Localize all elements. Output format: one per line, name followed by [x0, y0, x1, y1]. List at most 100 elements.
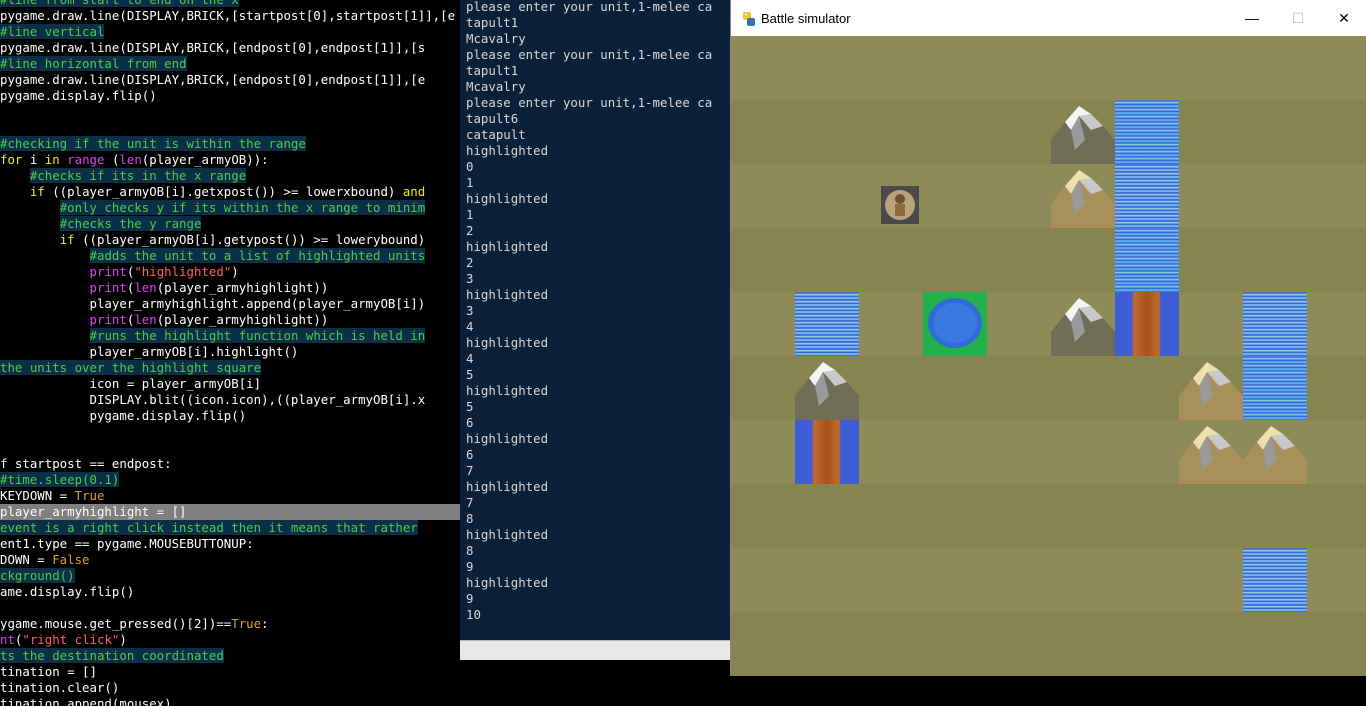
- code-line[interactable]: #checks the y range: [0, 216, 202, 232]
- code-line[interactable]: if ((player_armyOB[i].getxpost()) >= low…: [0, 184, 425, 200]
- water-tile[interactable]: [1115, 228, 1179, 292]
- code-line[interactable]: KEYDOWN = True: [0, 488, 104, 504]
- code-line[interactable]: if ((player_armyOB[i].getypost()) >= low…: [0, 232, 426, 248]
- code-line[interactable]: event is a right click instead then it m…: [0, 520, 418, 536]
- console-line: highlighted: [466, 287, 549, 302]
- window-title: Battle simulator: [761, 11, 851, 26]
- water-tile[interactable]: [1243, 548, 1307, 612]
- code-line[interactable]: #checks if its in the x range: [0, 168, 247, 184]
- code-line[interactable]: print(len(player_armyhighlight)): [0, 280, 329, 296]
- code-token: pygame.display.flip(): [0, 408, 247, 423]
- console-line: tapult1: [466, 15, 519, 30]
- console-line: highlighted: [466, 431, 549, 446]
- code-line[interactable]: for i in range (len(player_armyOB)):: [0, 152, 269, 168]
- console-line: 6: [466, 415, 474, 430]
- code-token: pygame.draw.line(DISPLAY,BRICK,[startpos…: [0, 8, 456, 23]
- code-line[interactable]: ts the destination coordinated: [0, 648, 224, 664]
- console-line: Mcavalry: [466, 31, 526, 46]
- game-canvas[interactable]: [731, 36, 1366, 676]
- terrain-row: [731, 36, 1366, 100]
- minimize-button[interactable]: —: [1229, 0, 1275, 36]
- code-line[interactable]: nt("right click"): [0, 632, 127, 648]
- code-token: player_armyhighlight = []: [0, 504, 187, 519]
- code-editor[interactable]: #line from start to end on the xpygame.d…: [0, 0, 462, 706]
- water-tile[interactable]: [1243, 292, 1307, 356]
- mountain-tile[interactable]: [795, 356, 859, 420]
- code-line[interactable]: pygame.display.flip(): [0, 408, 247, 424]
- code-token: :: [261, 616, 269, 631]
- code-token: DISPLAY.blit((icon.icon),((player_armyOB…: [0, 392, 426, 407]
- bridge-tile[interactable]: [795, 420, 859, 484]
- code-line[interactable]: ent1.type == pygame.MOUSEBUTTONUP:: [0, 536, 254, 552]
- code-line[interactable]: #adds the unit to a list of highlighted …: [0, 248, 426, 264]
- code-line[interactable]: #checking if the unit is within the rang…: [0, 136, 306, 152]
- console-line: 0: [466, 159, 474, 174]
- code-token: player_armyhighlight.append(player_armyO…: [0, 296, 426, 311]
- console-output[interactable]: please enter your unit,1-melee ca tapult1…: [460, 0, 732, 640]
- maximize-button[interactable]: ☐: [1275, 0, 1321, 36]
- code-line[interactable]: ame.display.flip(): [0, 584, 134, 600]
- code-line[interactable]: the units over the highlight square: [0, 360, 262, 376]
- code-line[interactable]: #only checks y if its within the x range…: [0, 200, 426, 216]
- code-token: print: [89, 280, 127, 295]
- water-tile[interactable]: [1243, 356, 1307, 420]
- mountain-tile[interactable]: [1051, 100, 1115, 164]
- code-line[interactable]: ckground(): [0, 568, 75, 584]
- code-line[interactable]: #line horizontal from end: [0, 56, 187, 72]
- code-token: #line vertical: [0, 24, 105, 39]
- code-line[interactable]: tination.append(mousex): [0, 696, 172, 706]
- code-token: ame.display.flip(): [0, 584, 135, 599]
- game-window[interactable]: Battle simulator — ☐ ✕: [730, 0, 1366, 676]
- code-token: (player_armyhighlight)): [156, 312, 329, 327]
- code-line[interactable]: #runs the highlight function which is he…: [0, 328, 426, 344]
- hill-tile[interactable]: [1051, 164, 1115, 228]
- code-token: len: [134, 280, 157, 295]
- close-button[interactable]: ✕: [1321, 0, 1366, 36]
- code-line[interactable]: DISPLAY.blit((icon.icon),((player_armyOB…: [0, 392, 426, 408]
- minimize-icon: —: [1245, 10, 1259, 26]
- code-line[interactable]: print(len(player_armyhighlight)): [0, 312, 329, 328]
- lake-tile[interactable]: [923, 292, 987, 356]
- console-line: 5: [466, 399, 474, 414]
- code-token: DOWN =: [0, 552, 53, 567]
- code-line[interactable]: player_armyhighlight.append(player_armyO…: [0, 296, 426, 312]
- code-line[interactable]: #line vertical: [0, 24, 105, 40]
- console-line: highlighted: [466, 239, 549, 254]
- mountain-tile[interactable]: [1051, 292, 1115, 356]
- code-line[interactable]: pygame.draw.line(DISPLAY,BRICK,[endpost[…: [0, 40, 425, 56]
- water-tile[interactable]: [1115, 164, 1179, 228]
- hill-tile[interactable]: [1243, 420, 1307, 484]
- code-token: for: [0, 152, 23, 167]
- water-tile[interactable]: [795, 292, 859, 356]
- title-bar[interactable]: Battle simulator — ☐ ✕: [731, 0, 1366, 36]
- console-line: 2: [466, 255, 474, 270]
- code-line[interactable]: #time.sleep(0.1): [0, 472, 120, 488]
- code-line[interactable]: pygame.draw.line(DISPLAY,BRICK,[startpos…: [0, 8, 455, 24]
- console-footer: [460, 660, 732, 706]
- hill-tile[interactable]: [1179, 356, 1243, 420]
- code-line[interactable]: tination = []: [0, 664, 97, 680]
- code-token: #checking if the unit is within the rang…: [0, 136, 306, 151]
- console-scrollbar[interactable]: [460, 640, 732, 661]
- code-line[interactable]: player_armyOB[i].highlight(): [0, 344, 299, 360]
- code-line[interactable]: icon = player_armyOB[i]: [0, 376, 262, 392]
- code-line[interactable]: ygame.mouse.get_pressed()[2])==True:: [0, 616, 269, 632]
- water-tile[interactable]: [1115, 100, 1179, 164]
- hill-tile[interactable]: [1179, 420, 1243, 484]
- code-line[interactable]: tination.clear(): [0, 680, 119, 696]
- code-line[interactable]: #line from start to end on the x: [0, 0, 239, 8]
- code-token: pygame.draw.line(DISPLAY,BRICK,[endpost[…: [0, 72, 426, 87]
- code-line[interactable]: player_armyhighlight = []: [0, 504, 462, 520]
- code-token: tination = []: [0, 664, 97, 679]
- code-token: pygame.draw.line(DISPLAY,BRICK,[endpost[…: [0, 40, 426, 55]
- code-line[interactable]: DOWN = False: [0, 552, 90, 568]
- code-token: (: [104, 152, 120, 167]
- code-line[interactable]: pygame.display.flip(): [0, 88, 157, 104]
- code-line[interactable]: f startpost == endpost:: [0, 456, 172, 472]
- code-line[interactable]: pygame.draw.line(DISPLAY,BRICK,[endpost[…: [0, 72, 425, 88]
- unit-icon[interactable]: [859, 164, 923, 228]
- bridge-tile[interactable]: [1115, 292, 1179, 356]
- code-token: ): [119, 632, 127, 647]
- code-line[interactable]: print("highlighted"): [0, 264, 239, 280]
